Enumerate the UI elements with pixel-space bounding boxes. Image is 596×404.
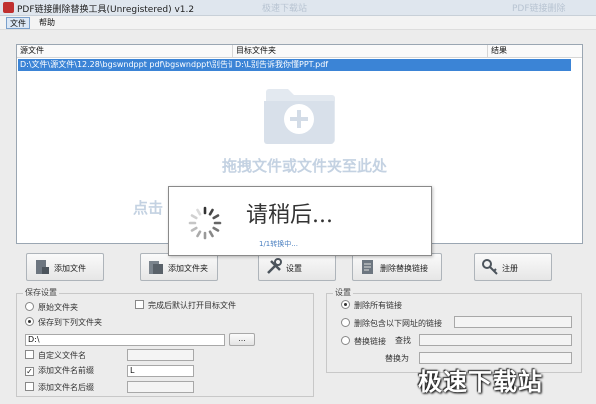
option-original-folder-label: 原始文件夹 (38, 303, 78, 312)
register-button[interactable]: 注册 (474, 253, 552, 281)
radio-delete-all-links[interactable] (341, 300, 350, 309)
register-label: 注册 (502, 264, 518, 273)
key-icon (482, 259, 498, 275)
add-file-icon (36, 260, 49, 274)
title-bar: PDF链接删除替换工具(Unregistered) v1.2 极速下载站 PDF… (0, 0, 596, 16)
open-target-after-finish[interactable]: 完成后默认打开目标文件 (135, 300, 236, 311)
column-target-folder[interactable]: 目标文件夹 (233, 45, 488, 58)
replace-links-label: 替换链接 (354, 337, 386, 346)
suffix-field[interactable] (127, 381, 194, 393)
column-result[interactable]: 结果 (488, 45, 582, 58)
title-watermark-right: PDF链接删除 (512, 4, 566, 14)
row-source-cell: D:\文件\源文件\12.28\bgswndppt pdf\bgswndppt\… (20, 60, 232, 69)
url-field[interactable] (454, 316, 572, 328)
checkbox-add-prefix[interactable]: ✓ (25, 367, 34, 376)
custom-filename-label: 自定义文件名 (38, 351, 86, 360)
file-list-header: 源文件 目标文件夹 结果 (17, 45, 582, 58)
progress-message: 请稍后... (246, 203, 333, 228)
site-watermark: 极速下载站 (418, 368, 543, 396)
save-settings-title: 保存设置 (23, 287, 59, 298)
replace-with-label: 替换为 (385, 354, 409, 363)
checkbox-custom-filename[interactable] (25, 350, 34, 359)
add-folder-label: 添加文件夹 (168, 264, 208, 273)
menu-help[interactable]: 帮助 (36, 17, 58, 29)
tools-icon (267, 258, 282, 274)
add-folder-button[interactable]: 添加文件夹 (140, 253, 218, 281)
link-settings-title: 设置 (333, 287, 353, 298)
link-settings-group: 设置 删除所有链接 删除包含以下网址的链接 替换链接 查找 替换为 (326, 287, 582, 373)
add-file-label: 添加文件 (54, 264, 86, 273)
window-title: PDF链接删除替换工具(Unregistered) v1.2 (17, 5, 195, 15)
option-original-folder[interactable]: 原始文件夹 (25, 302, 78, 313)
folder-path-field[interactable]: D:\ (25, 334, 225, 346)
radio-save-to-folder[interactable] (25, 317, 34, 326)
row-result-cell (488, 59, 568, 71)
app-window: PDF链接删除替换工具(Unregistered) v1.2 极速下载站 PDF… (0, 0, 596, 404)
drop-hint-text-click: 点击 (133, 199, 164, 217)
add-file-button[interactable]: 添加文件 (26, 253, 104, 281)
add-prefix-option[interactable]: ✓ 添加文件名前缀 (25, 366, 94, 376)
add-suffix-label: 添加文件名后缀 (38, 383, 94, 392)
checkbox-add-suffix[interactable] (25, 382, 34, 391)
add-folder-icon (149, 261, 163, 274)
open-target-label: 完成后默认打开目标文件 (148, 301, 236, 310)
checkbox-open-target[interactable] (135, 300, 144, 309)
radio-delete-links-url[interactable] (341, 318, 350, 327)
option-delete-all-links[interactable]: 删除所有链接 (341, 300, 402, 311)
save-settings-group: 保存设置 原始文件夹 完成后默认打开目标文件 保存到下列文件夹 D:\ ... … (16, 287, 314, 397)
prefix-field[interactable]: L (127, 365, 194, 377)
column-source-file[interactable]: 源文件 (17, 45, 233, 58)
find-label: 查找 (395, 336, 411, 345)
add-prefix-label: 添加文件名前缀 (38, 366, 94, 375)
add-suffix-option[interactable]: 添加文件名后缀 (25, 382, 94, 393)
menu-bar: 文件 帮助 (0, 16, 596, 30)
option-delete-links-containing-url[interactable]: 删除包含以下网址的链接 (341, 318, 442, 329)
find-field[interactable] (419, 334, 572, 346)
option-save-to-folder[interactable]: 保存到下列文件夹 (25, 317, 102, 328)
option-save-to-folder-label: 保存到下列文件夹 (38, 318, 102, 327)
row-target-cell: D:\L别告诉我你懂PPT.pdf (235, 60, 329, 69)
app-icon (3, 2, 14, 13)
delete-all-links-label: 删除所有链接 (354, 301, 402, 310)
title-watermark-left: 极速下载站 (262, 4, 308, 14)
settings-label: 设置 (286, 264, 302, 273)
delete-links-url-label: 删除包含以下网址的链接 (354, 319, 442, 328)
radio-replace-links[interactable] (341, 336, 350, 345)
option-replace-links[interactable]: 替换链接 (341, 336, 386, 347)
radio-original-folder[interactable] (25, 302, 34, 311)
progress-dialog: 请稍后... 1/1转换中... (168, 186, 432, 256)
custom-filename-option[interactable]: 自定义文件名 (25, 350, 86, 361)
delete-replace-links-label: 删除替换链接 (380, 264, 428, 273)
browse-button[interactable]: ... (229, 333, 255, 346)
settings-button[interactable]: 设置 (258, 253, 336, 281)
drop-hint-text: 拖拽文件或文件夹至此处 (222, 157, 388, 175)
table-row[interactable]: D:\文件\源文件\12.28\bgswndppt pdf\bgswndppt\… (18, 59, 571, 71)
folder-add-icon (264, 89, 335, 144)
menu-file[interactable]: 文件 (6, 17, 30, 29)
loading-spinner-icon (188, 206, 222, 240)
custom-filename-field[interactable] (127, 349, 194, 361)
delete-replace-links-button[interactable]: 删除替换链接 (352, 253, 442, 281)
progress-status: 1/1转换中... (259, 240, 298, 248)
delete-links-icon (362, 260, 373, 274)
